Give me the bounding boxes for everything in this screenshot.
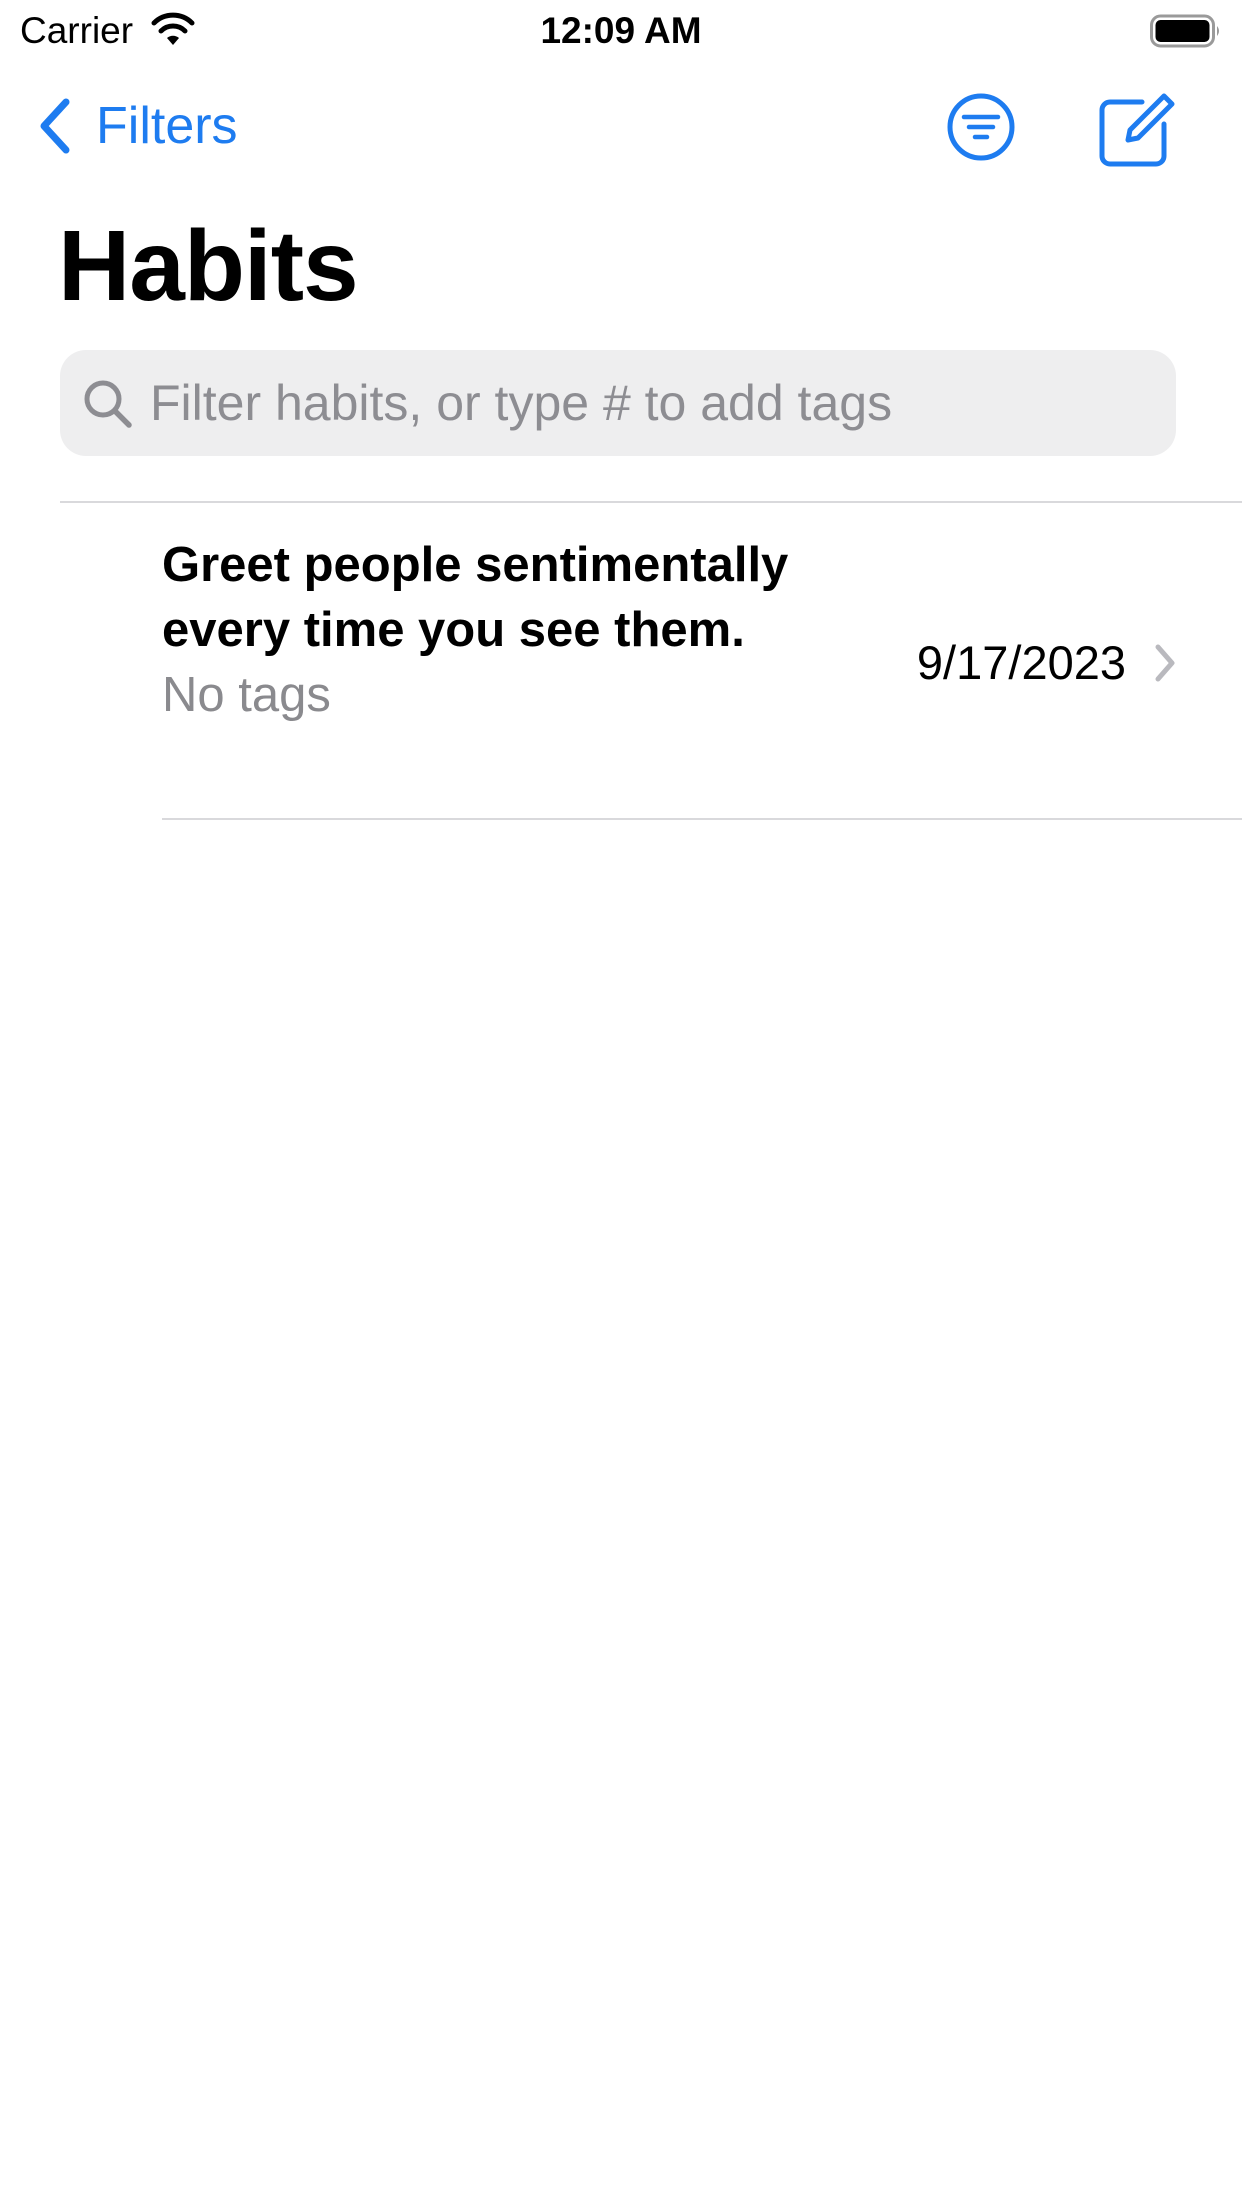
search-bar[interactable] xyxy=(60,350,1176,456)
habits-screen: Carrier 12:09 AM Filters Habits Filter h… xyxy=(0,0,1242,2208)
chevron-right-icon xyxy=(1155,644,1175,682)
habit-row[interactable]: Greet people sentimentally every time yo… xyxy=(0,503,1242,818)
chevron-left-icon xyxy=(40,98,70,154)
status-bar: Carrier 12:09 AM xyxy=(0,0,1242,62)
habit-tags: No tags xyxy=(162,668,331,722)
page-title: Habits xyxy=(58,210,359,322)
row-divider xyxy=(162,818,1242,820)
search-icon xyxy=(84,380,132,428)
filter-circle-icon[interactable] xyxy=(946,92,1016,162)
habit-date: 9/17/2023 xyxy=(916,636,1126,689)
search-input[interactable] xyxy=(150,350,1150,456)
back-button-label: Filters xyxy=(96,97,238,155)
battery-full-icon xyxy=(1150,14,1219,48)
compose-icon[interactable] xyxy=(1098,92,1176,168)
habit-title: Greet people sentimentally every time yo… xyxy=(162,538,789,657)
back-button[interactable]: Filters xyxy=(36,90,238,162)
status-time: 12:09 AM xyxy=(540,10,702,51)
